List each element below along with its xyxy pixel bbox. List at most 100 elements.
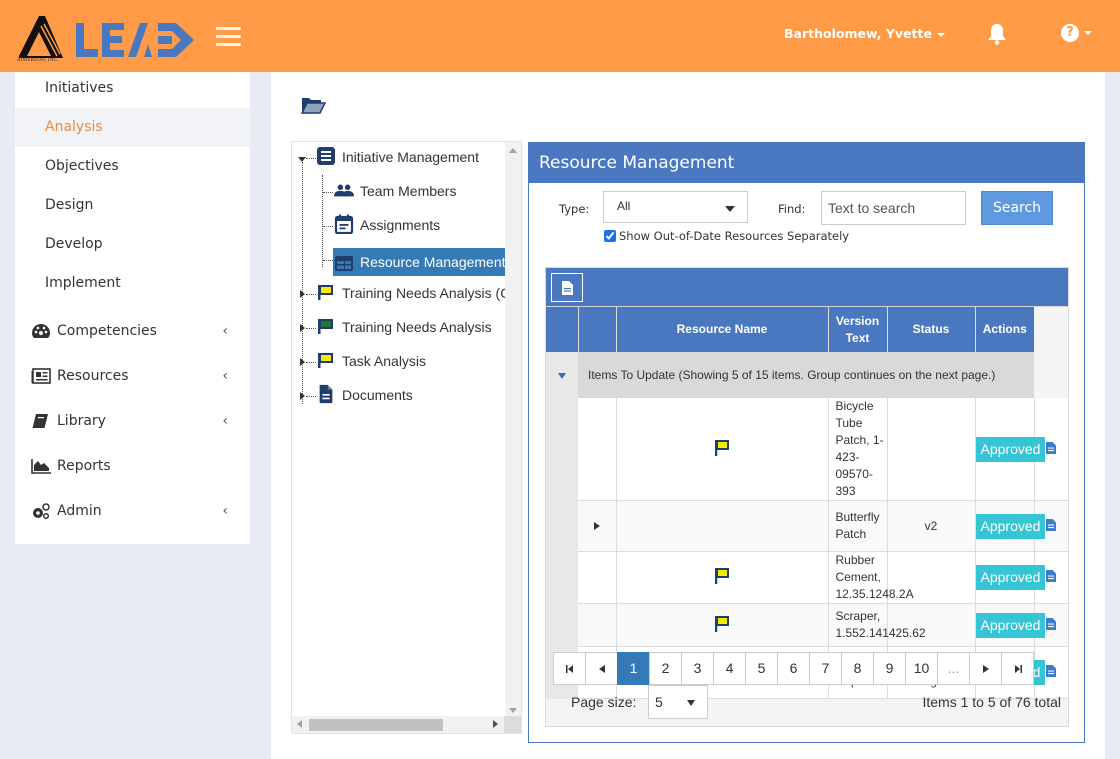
caret-down-icon: [936, 32, 945, 37]
company-name: AIMEREON, INC.: [17, 58, 59, 63]
collapse-group-icon[interactable]: [558, 373, 566, 379]
header-line: Text: [845, 330, 870, 345]
page-button-6[interactable]: 6: [777, 652, 810, 685]
view-document-icon[interactable]: [1046, 518, 1057, 531]
page-button-8[interactable]: 8: [841, 652, 874, 685]
sidebar-item-label: Objectives: [45, 158, 119, 174]
view-document-icon[interactable]: [1046, 665, 1057, 677]
show-out-of-date-option[interactable]: Show Out-of-Date Resources Separately: [604, 229, 849, 243]
next-page-button[interactable]: [969, 652, 1002, 685]
column-header-version-text[interactable]: Version Text: [828, 307, 888, 352]
tree-node-training-needs-analysis-c[interactable]: Training Needs Analysis (C: [316, 279, 510, 307]
book-icon: [32, 414, 48, 428]
help-menu[interactable]: ?: [1061, 24, 1092, 42]
user-menu[interactable]: Bartholomew, Yvette: [784, 26, 945, 41]
page-button-9[interactable]: 9: [873, 652, 906, 685]
page-button-4[interactable]: 4: [713, 652, 746, 685]
scroll-left-arrow[interactable]: [297, 720, 302, 728]
view-document-icon[interactable]: [1046, 617, 1057, 630]
tree-node-label: Task Analysis: [342, 353, 427, 369]
sidebar-item-design[interactable]: Design: [15, 186, 250, 225]
more-pages-button[interactable]: ...: [937, 652, 970, 685]
page-button-10[interactable]: 10: [905, 652, 938, 685]
bell-icon[interactable]: [987, 23, 1007, 45]
tree-node-label: Documents: [342, 387, 413, 403]
expand-row-icon[interactable]: [593, 522, 600, 530]
grid-toolbar: [546, 268, 1068, 307]
scroll-right-arrow[interactable]: [493, 720, 498, 728]
folder-open-icon[interactable]: [301, 96, 326, 114]
tree-node-initiative-management[interactable]: Initiative Management: [316, 143, 479, 171]
sidebar-item-label: Design: [45, 197, 94, 213]
tree-node-assignments[interactable]: Assignments: [334, 211, 440, 239]
tree-node-training-needs-analysis[interactable]: Training Needs Analysis: [316, 313, 492, 341]
list-icon: [317, 147, 335, 166]
expand-toggle[interactable]: [300, 392, 305, 400]
column-header-resource-name[interactable]: Resource Name: [616, 307, 829, 352]
resource-name-cell[interactable]: Bicycle Tube Patch, 1-423-09570-393: [828, 398, 888, 501]
collapse-toggle[interactable]: [298, 157, 306, 162]
sidebar-item-library[interactable]: Library ‹: [15, 399, 250, 444]
flag-green-icon: [318, 319, 333, 335]
table-row: Scraper, 1.552.141425.62 Approved: [546, 603, 1068, 647]
scroll-thumb[interactable]: [309, 719, 443, 731]
page-button-1[interactable]: 1: [617, 652, 650, 685]
flag-cell: [616, 551, 829, 604]
previous-page-button[interactable]: [585, 652, 618, 685]
sidebar-item-admin[interactable]: Admin ‹: [15, 489, 250, 534]
resource-name-cell[interactable]: Rubber Cement, 12.35.1248.2A: [828, 551, 914, 604]
expand-toggle[interactable]: [300, 290, 305, 298]
sidebar-item-resources[interactable]: Resources ‹: [15, 354, 250, 399]
show-out-of-date-checkbox[interactable]: [604, 230, 616, 242]
page-button-3[interactable]: 3: [681, 652, 714, 685]
page-size-select[interactable]: 5: [648, 685, 708, 719]
group-row: Items To Update (Showing 5 of 15 items. …: [546, 352, 1068, 398]
page-button-2[interactable]: 2: [649, 652, 682, 685]
find-label: Find:: [778, 202, 806, 216]
sidebar-item-reports[interactable]: Reports: [15, 444, 250, 489]
sidebar-item-label: Develop: [45, 236, 103, 252]
cogs-icon: [33, 503, 50, 519]
scroll-down-arrow[interactable]: [509, 708, 517, 713]
view-document-icon[interactable]: [1046, 570, 1057, 582]
tree-node-task-analysis[interactable]: Task Analysis: [316, 347, 426, 375]
sidebar-item-analysis[interactable]: Analysis: [15, 108, 250, 147]
expand-toggle[interactable]: [300, 358, 305, 366]
view-document-icon[interactable]: [1046, 441, 1057, 454]
sidebar-item-competencies[interactable]: Competencies ‹: [15, 309, 250, 354]
last-page-icon: [1014, 665, 1022, 674]
type-select[interactable]: All: [603, 191, 748, 223]
sidebar-item-initiatives[interactable]: Initiatives: [15, 69, 250, 108]
group-indent-cell: [546, 551, 578, 604]
first-page-button[interactable]: [553, 652, 586, 685]
export-button[interactable]: [551, 273, 583, 302]
sidebar-item-implement[interactable]: Implement: [15, 264, 250, 303]
page-button-7[interactable]: 7: [809, 652, 842, 685]
sidebar-item-develop[interactable]: Develop: [15, 225, 250, 264]
items-summary: Items 1 to 5 of 76 total: [922, 694, 1061, 710]
tree-node-documents[interactable]: Documents: [316, 381, 413, 409]
last-page-button[interactable]: [1001, 652, 1034, 685]
tree-horizontal-scrollbar[interactable]: [292, 716, 505, 733]
resource-name-cell[interactable]: Scraper, 1.552.141425.62: [828, 603, 926, 647]
expand-cell[interactable]: [578, 500, 617, 552]
initiative-tree: Initiative Management Team Members Assig…: [291, 141, 522, 734]
sidebar-item-objectives[interactable]: Objectives: [15, 147, 250, 186]
tree-node-team-members[interactable]: Team Members: [334, 177, 456, 205]
menu-toggle-button[interactable]: [216, 27, 241, 47]
scroll-up-arrow[interactable]: [509, 148, 517, 153]
page-button-5[interactable]: 5: [745, 652, 778, 685]
area-chart-icon: [31, 459, 51, 474]
search-button[interactable]: Search: [981, 191, 1053, 225]
resource-name: Bicycle Tube Patch, 1-423-09570-393: [835, 399, 884, 498]
expand-toggle[interactable]: [300, 324, 305, 332]
tree-node-resource-management[interactable]: Resource Management: [333, 248, 506, 276]
type-select-value: All: [617, 199, 631, 213]
resize-grip[interactable]: [504, 716, 521, 733]
column-header-status[interactable]: Status: [887, 307, 976, 352]
resource-name-cell[interactable]: Butterfly Patch: [828, 500, 888, 552]
tree-vertical-scrollbar[interactable]: [505, 142, 521, 717]
group-toggle-cell[interactable]: [546, 352, 578, 398]
chevron-left-icon: ‹: [222, 368, 228, 384]
find-input[interactable]: [821, 191, 966, 225]
